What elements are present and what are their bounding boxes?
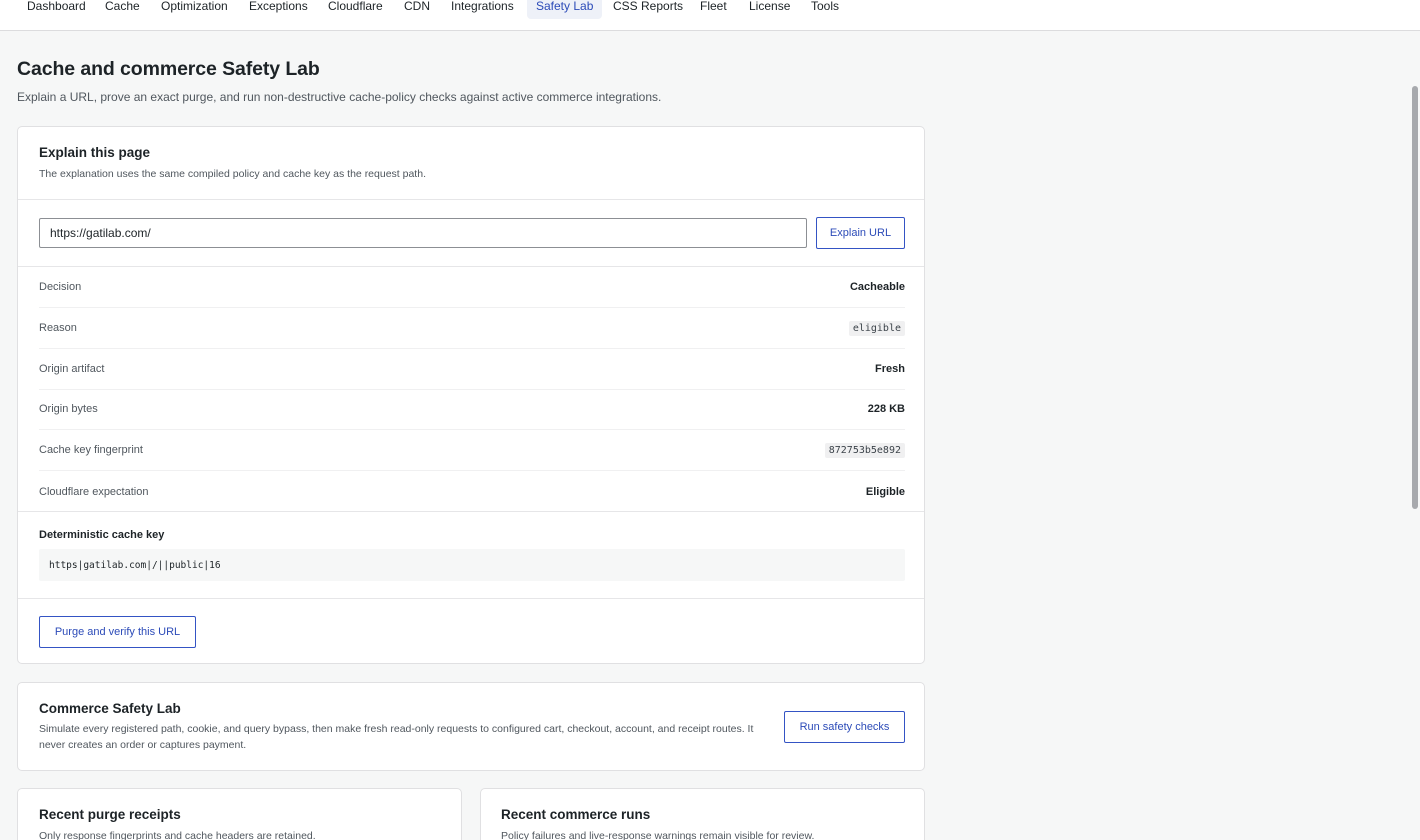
tab-optimization[interactable]: Optimization — [161, 0, 228, 19]
cloudflare-expectation-value: Eligible — [865, 485, 905, 498]
cache-key-label: Deterministic cache key — [39, 529, 165, 541]
origin-bytes-value: 228 KB — [867, 403, 905, 415]
result-label: Decision — [39, 281, 82, 293]
tab-cache[interactable]: Cache — [105, 0, 140, 19]
result-row-origin-artifact: Origin artifact Fresh — [39, 349, 905, 390]
result-row-decision: Decision Cacheable — [39, 267, 905, 308]
explain-title: Explain this page — [39, 145, 151, 160]
explain-description: The explanation uses the same compiled p… — [39, 168, 426, 180]
commerce-card: Commerce Safety Lab Simulate every regis… — [17, 682, 925, 771]
explain-card: Explain this page The explanation uses t… — [17, 126, 925, 664]
tab-cloudflare[interactable]: Cloudflare — [328, 0, 383, 19]
purge-verify-button[interactable]: Purge and verify this URL — [39, 616, 196, 648]
origin-artifact-value: Fresh — [875, 363, 905, 375]
top-nav: Dashboard Cache Optimization Exceptions … — [0, 0, 1420, 31]
page-scrollbar[interactable] — [1412, 86, 1418, 509]
commerce-runs-title: Recent commerce runs — [501, 807, 651, 822]
tab-license[interactable]: License — [749, 0, 790, 19]
explain-url-button[interactable]: Explain URL — [816, 217, 905, 249]
result-label: Reason — [39, 322, 77, 334]
commerce-runs-card: Recent commerce runs Policy failures and… — [480, 788, 925, 840]
commerce-description: Simulate every registered path, cookie, … — [39, 723, 754, 751]
page-title: Cache and commerce Safety Lab — [17, 58, 320, 80]
result-row-cache-key-fingerprint: Cache key fingerprint 872753b5e892 — [39, 430, 905, 471]
tab-exceptions[interactable]: Exceptions — [249, 0, 308, 19]
result-row-reason: Reason eligible — [39, 308, 905, 349]
cache-key-fingerprint-value: 872753b5e892 — [824, 442, 905, 458]
tab-fleet[interactable]: Fleet — [700, 0, 727, 19]
decision-value: Cacheable — [849, 281, 905, 293]
page-subtitle: Explain a URL, prove an exact purge, and… — [17, 90, 662, 104]
reason-value: eligible — [848, 320, 905, 336]
url-input[interactable] — [39, 218, 807, 248]
purge-receipts-card: Recent purge receipts Only response fing… — [17, 788, 462, 840]
result-row-origin-bytes: Origin bytes 228 KB — [39, 389, 905, 430]
divider — [18, 511, 924, 512]
result-label: Cache key fingerprint — [39, 444, 143, 456]
tab-css-reports[interactable]: CSS Reports — [613, 0, 683, 19]
run-safety-checks-button[interactable]: Run safety checks — [784, 711, 905, 743]
result-label: Origin bytes — [39, 403, 98, 415]
divider — [18, 598, 924, 599]
tab-tools[interactable]: Tools — [811, 0, 839, 19]
cache-key-value: https|gatilab.com|/||public|16 — [39, 549, 905, 581]
tab-dashboard[interactable]: Dashboard — [27, 0, 86, 19]
tab-integrations[interactable]: Integrations — [451, 0, 514, 19]
result-row-cloudflare-expectation: Cloudflare expectation Eligible — [39, 471, 905, 512]
purge-receipts-title: Recent purge receipts — [39, 807, 181, 822]
commerce-runs-description: Policy failures and live-response warnin… — [501, 830, 815, 840]
tab-cdn[interactable]: CDN — [404, 0, 430, 19]
tab-safety-lab[interactable]: Safety Lab — [527, 0, 603, 19]
result-label: Origin artifact — [39, 363, 105, 375]
result-label: Cloudflare expectation — [39, 485, 149, 498]
divider — [18, 199, 924, 200]
purge-receipts-description: Only response fingerprints and cache hea… — [39, 830, 316, 840]
commerce-title: Commerce Safety Lab — [39, 701, 181, 716]
